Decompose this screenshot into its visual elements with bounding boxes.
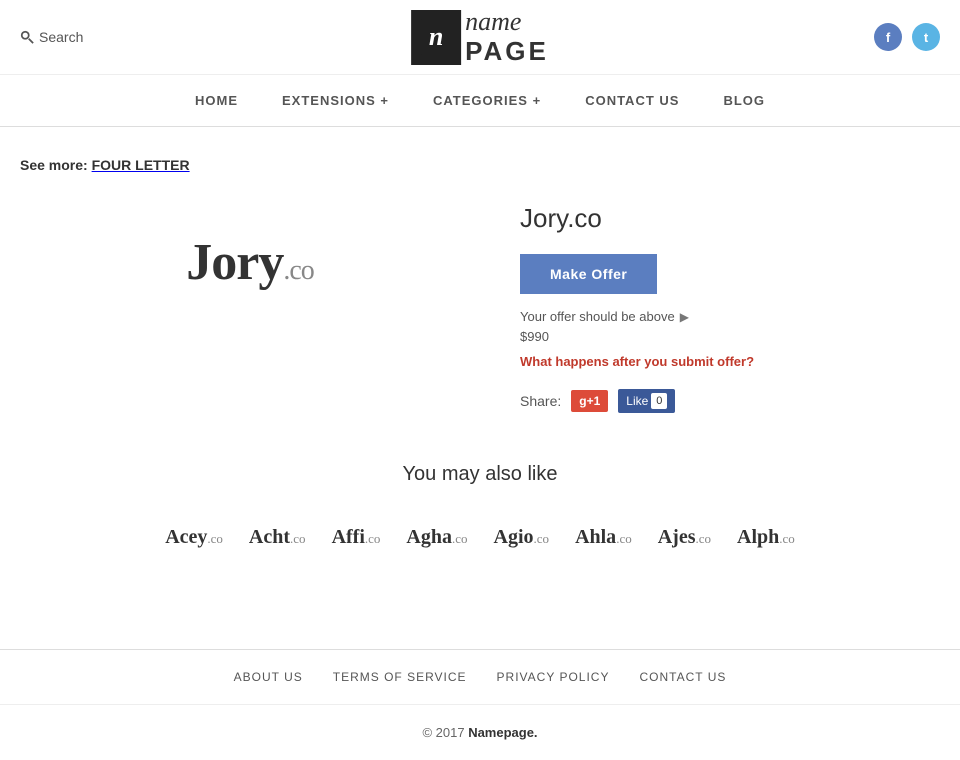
facebook-like-button[interactable]: Like 0 bbox=[618, 389, 675, 413]
main-nav: HOME EXTENSIONS + CATEGORIES + CONTACT U… bbox=[0, 75, 960, 127]
see-more-link-text: FOUR LETTER bbox=[92, 157, 190, 173]
gplus-label: g+1 bbox=[579, 394, 600, 408]
site-logo[interactable]: n name PAGE bbox=[411, 8, 549, 65]
domain-card-ext: .co bbox=[290, 531, 306, 546]
domain-card-name: Agio bbox=[494, 526, 534, 548]
nav-categories[interactable]: CATEGORIES + bbox=[411, 75, 563, 126]
gplus-button[interactable]: g+1 bbox=[571, 390, 608, 412]
domain-card-ext: .co bbox=[452, 531, 468, 546]
share-label: Share: bbox=[520, 393, 561, 409]
offer-price: $990 bbox=[520, 329, 940, 344]
nav-extensions[interactable]: EXTENSIONS + bbox=[260, 75, 411, 126]
domain-title: Jory.co bbox=[520, 203, 940, 234]
domain-card-name: Ahla bbox=[575, 526, 616, 548]
footer-nav: ABOUT US TERMS OF SERVICE PRIVACY POLICY… bbox=[0, 650, 960, 705]
offer-hint-text: Your offer should be above ▶ bbox=[520, 309, 940, 324]
logo-page: PAGE bbox=[465, 37, 549, 66]
offer-hint-label: Your offer should be above bbox=[520, 309, 675, 324]
also-like-title: You may also like bbox=[20, 463, 940, 486]
copyright-year: © 2017 bbox=[422, 725, 464, 740]
domain-logo-area: Jory.co bbox=[20, 193, 480, 332]
footer-about[interactable]: ABOUT US bbox=[234, 670, 303, 684]
domain-card-name: Acey bbox=[165, 526, 207, 548]
domain-card[interactable]: Agio.co bbox=[486, 516, 558, 559]
share-row: Share: g+1 Like 0 bbox=[520, 389, 940, 413]
social-icons: f t bbox=[874, 23, 940, 51]
svg-text:n: n bbox=[429, 22, 443, 51]
domain-card-ext: .co bbox=[207, 531, 223, 546]
twitter-icon[interactable]: t bbox=[912, 23, 940, 51]
footer-terms[interactable]: TERMS OF SERVICE bbox=[333, 670, 467, 684]
footer-contact[interactable]: CONTACT US bbox=[639, 670, 726, 684]
domain-card-ext: .co bbox=[616, 531, 632, 546]
domain-card[interactable]: Agha.co bbox=[398, 516, 475, 559]
what-happens-link[interactable]: What happens after you submit offer? bbox=[520, 354, 940, 369]
logo-n-icon: n bbox=[419, 17, 453, 57]
search-label: Search bbox=[39, 29, 83, 45]
nav-contact[interactable]: CONTACT US bbox=[563, 75, 701, 126]
domain-logo-display: Jory.co bbox=[186, 233, 314, 292]
domain-card[interactable]: Acey.co bbox=[157, 516, 231, 559]
domain-card-name: Agha bbox=[406, 526, 452, 548]
domain-card-ext: .co bbox=[365, 531, 381, 546]
see-more-link[interactable]: FOUR LETTER bbox=[92, 157, 190, 173]
domain-info-panel: Jory.co Make Offer Your offer should be … bbox=[520, 193, 940, 413]
logo-text-area: name PAGE bbox=[465, 8, 549, 65]
footer-copyright: © 2017 Namepage. bbox=[0, 705, 960, 760]
nav-blog[interactable]: BLOG bbox=[701, 75, 787, 126]
domain-card-name: Affi bbox=[332, 526, 365, 548]
domain-card[interactable]: Alph.co bbox=[729, 516, 803, 559]
make-offer-button[interactable]: Make Offer bbox=[520, 254, 657, 294]
domain-card-ext: .co bbox=[534, 531, 550, 546]
see-more-section: See more: FOUR LETTER bbox=[20, 157, 940, 173]
logo-icon-box: n bbox=[411, 10, 461, 65]
site-footer: ABOUT US TERMS OF SERVICE PRIVACY POLICY… bbox=[0, 649, 960, 760]
see-more-prefix: See more: bbox=[20, 157, 88, 173]
domain-logo-name: Jory bbox=[186, 234, 283, 291]
domain-display-area: Jory.co Jory.co Make Offer Your offer sh… bbox=[20, 193, 940, 413]
domain-card-ext: .co bbox=[779, 531, 795, 546]
site-header: Search n name PAGE f t bbox=[0, 0, 960, 75]
logo-name: name bbox=[465, 8, 549, 37]
domain-logo-ext: .co bbox=[283, 255, 313, 286]
nav-home[interactable]: HOME bbox=[173, 75, 260, 126]
search-icon bbox=[20, 30, 34, 44]
search-button[interactable]: Search bbox=[20, 29, 83, 45]
main-content: See more: FOUR LETTER Jory.co Jory.co Ma… bbox=[0, 127, 960, 589]
footer-brand-link[interactable]: Namepage. bbox=[468, 725, 537, 740]
domain-card-name: Alph bbox=[737, 526, 779, 548]
domain-card[interactable]: Affi.co bbox=[324, 516, 389, 559]
domain-card[interactable]: Acht.co bbox=[241, 516, 314, 559]
facebook-icon[interactable]: f bbox=[874, 23, 902, 51]
offer-hint-arrow: ▶ bbox=[680, 310, 689, 324]
domain-card[interactable]: Ahla.co bbox=[567, 516, 640, 559]
domain-card-name: Acht bbox=[249, 526, 290, 548]
footer-privacy[interactable]: PRIVACY POLICY bbox=[497, 670, 610, 684]
also-like-section: You may also like Acey.coAcht.coAffi.coA… bbox=[20, 463, 940, 559]
fb-like-label: Like bbox=[626, 394, 648, 408]
domain-card[interactable]: Ajes.co bbox=[650, 516, 719, 559]
fb-count: 0 bbox=[651, 393, 667, 409]
domain-card-name: Ajes bbox=[658, 526, 696, 548]
domain-cards-list: Acey.coAcht.coAffi.coAgha.coAgio.coAhla.… bbox=[20, 516, 940, 559]
domain-card-ext: .co bbox=[695, 531, 711, 546]
